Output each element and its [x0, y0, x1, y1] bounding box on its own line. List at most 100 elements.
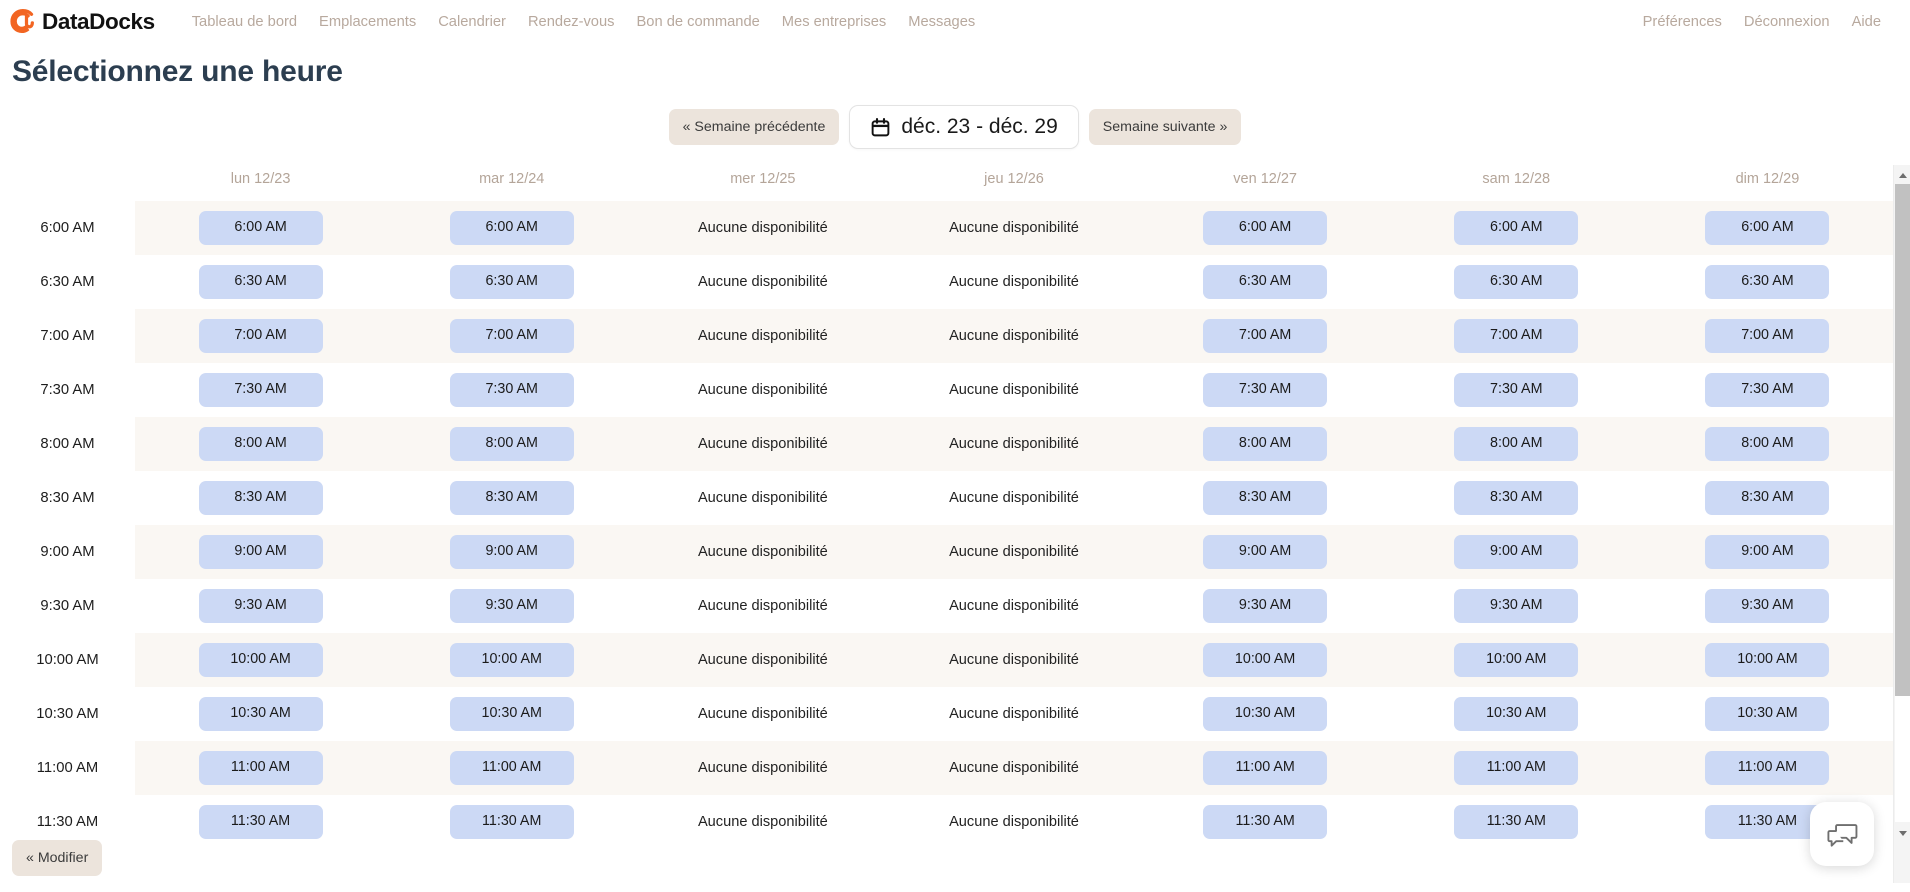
time-slot-button[interactable]: 6:00 AM [1705, 211, 1830, 245]
schedule-cell: Aucune disponibilité [888, 309, 1140, 363]
nav-link-calendrier[interactable]: Calendrier [427, 10, 517, 34]
time-slot-button[interactable]: 6:30 AM [1705, 265, 1830, 299]
day-header-mar: mar 12/24 [479, 171, 545, 187]
time-slot-button[interactable]: 6:30 AM [198, 265, 323, 299]
day-header-jeu: jeu 12/26 [984, 171, 1044, 187]
modify-back-button[interactable]: « Modifier [12, 840, 103, 876]
time-slot-button[interactable]: 6:00 AM [1454, 211, 1579, 245]
time-slot-button[interactable]: 7:00 AM [449, 319, 574, 353]
nav-link-preferences[interactable]: Préférences [1632, 10, 1733, 34]
time-slot-button[interactable]: 9:00 AM [198, 535, 323, 569]
brand-logo[interactable]: DataDocks [10, 8, 155, 35]
time-slot-button[interactable]: 11:00 AM [1203, 751, 1328, 785]
time-slot-button[interactable]: 6:00 AM [1203, 211, 1328, 245]
previous-week-button[interactable]: « Semaine précédente [668, 109, 840, 145]
next-week-button[interactable]: Semaine suivante » [1088, 109, 1242, 145]
time-slot-button[interactable]: 7:30 AM [198, 373, 323, 407]
vertical-scrollbar[interactable] [1893, 165, 1910, 883]
nav-link-bon-de-commande[interactable]: Bon de commande [626, 10, 771, 34]
time-slot-button[interactable]: 8:30 AM [1454, 481, 1579, 515]
page-title: Sélectionnez une heure [12, 55, 343, 88]
schedule-cell: 11:30 AM [1391, 795, 1642, 849]
time-slot-button[interactable]: 10:00 AM [198, 643, 323, 677]
chat-widget-button[interactable] [1810, 802, 1874, 866]
time-slot-button[interactable]: 11:30 AM [1203, 805, 1328, 839]
time-slot-button[interactable]: 11:00 AM [1705, 751, 1830, 785]
time-slot-button[interactable]: 10:30 AM [1705, 697, 1830, 731]
schedule-cell: 10:30 AM [135, 687, 386, 741]
no-availability-label: Aucune disponibilité [697, 328, 828, 344]
time-slot-button[interactable]: 9:00 AM [1705, 535, 1830, 569]
time-slot-button[interactable]: 10:30 AM [1203, 697, 1328, 731]
nav-link-deconnexion[interactable]: Déconnexion [1733, 10, 1841, 34]
time-slot-button[interactable]: 7:00 AM [1203, 319, 1328, 353]
time-slot-button[interactable]: 8:00 AM [1203, 427, 1328, 461]
schedule-cell: 6:30 AM [135, 255, 386, 309]
schedule-cell: 7:30 AM [386, 363, 637, 417]
top-navbar: DataDocks Tableau de bord Emplacements C… [0, 0, 1910, 43]
time-slot-button[interactable]: 11:00 AM [198, 751, 323, 785]
time-slot-button[interactable]: 9:30 AM [198, 589, 323, 623]
time-slot-button[interactable]: 6:30 AM [1454, 265, 1579, 299]
chat-bubbles-icon [1825, 817, 1859, 851]
no-availability-label: Aucune disponibilité [949, 652, 1079, 668]
time-slot-button[interactable]: 8:30 AM [1203, 481, 1328, 515]
schedule-cell: 7:00 AM [1139, 309, 1391, 363]
nav-link-mes-entreprises[interactable]: Mes entreprises [771, 10, 897, 34]
time-slot-button[interactable]: 10:00 AM [1454, 643, 1579, 677]
week-range-picker[interactable]: déc. 23 - déc. 29 [849, 105, 1079, 149]
time-slot-button[interactable]: 6:00 AM [198, 211, 323, 245]
schedule-cell: 8:00 AM [1139, 417, 1391, 471]
time-slot-button[interactable]: 7:30 AM [1203, 373, 1328, 407]
time-slot-button[interactable]: 10:00 AM [449, 643, 574, 677]
time-slot-button[interactable]: 10:00 AM [1705, 643, 1830, 677]
time-slot-button[interactable]: 9:30 AM [1203, 589, 1328, 623]
time-slot-button[interactable]: 11:00 AM [449, 751, 574, 785]
table-body: 6:00 AM 6:00 AM 6:00 AM Aucune disponibilit… [0, 201, 1893, 849]
time-slot-button[interactable]: 8:30 AM [1705, 481, 1830, 515]
time-slot-button[interactable]: 8:00 AM [198, 427, 323, 461]
nav-link-messages[interactable]: Messages [897, 10, 986, 34]
nav-link-tableau-de-bord[interactable]: Tableau de bord [181, 10, 308, 34]
scroll-up-arrow-icon[interactable] [1894, 167, 1910, 184]
time-slot-button[interactable]: 6:30 AM [449, 265, 574, 299]
time-slot-button[interactable]: 8:30 AM [449, 481, 574, 515]
time-slot-button[interactable]: 9:00 AM [1454, 535, 1579, 569]
schedule-cell: 8:00 AM [135, 417, 387, 471]
time-slot-button[interactable]: 11:30 AM [1454, 805, 1579, 839]
time-slot-button[interactable]: 7:30 AM [449, 373, 574, 407]
nav-link-emplacements[interactable]: Emplacements [308, 10, 427, 34]
time-slot-button[interactable]: 9:30 AM [449, 589, 574, 623]
schedule-cell: 7:30 AM [135, 363, 386, 417]
time-slot-button[interactable]: 6:30 AM [1203, 265, 1328, 299]
time-slot-button[interactable]: 11:30 AM [198, 805, 323, 839]
time-slot-button[interactable]: 7:00 AM [1454, 319, 1579, 353]
time-slot-button[interactable]: 7:00 AM [1705, 319, 1830, 353]
schedule-cell: 10:00 AM [386, 633, 638, 687]
time-slot-button[interactable]: 9:30 AM [1705, 589, 1830, 623]
time-slot-button[interactable]: 8:00 AM [1454, 427, 1579, 461]
time-slot-button[interactable]: 10:30 AM [1454, 697, 1579, 731]
schedule-cell: 9:00 AM [1390, 525, 1642, 579]
time-slot-button[interactable]: 7:00 AM [198, 319, 323, 353]
time-slot-button[interactable]: 10:00 AM [1203, 643, 1328, 677]
scrollbar-thumb[interactable] [1895, 184, 1910, 696]
calendar-icon [870, 117, 891, 138]
time-slot-button[interactable]: 8:00 AM [449, 427, 574, 461]
scroll-down-arrow-icon[interactable] [1894, 825, 1910, 842]
time-slot-button[interactable]: 9:00 AM [1203, 535, 1328, 569]
time-slot-button[interactable]: 11:30 AM [449, 805, 574, 839]
time-slot-button[interactable]: 9:00 AM [449, 535, 574, 569]
time-slot-button[interactable]: 9:30 AM [1454, 589, 1579, 623]
time-slot-button[interactable]: 10:30 AM [198, 697, 323, 731]
nav-link-rendez-vous[interactable]: Rendez-vous [517, 10, 626, 34]
time-slot-button[interactable]: 6:00 AM [449, 211, 574, 245]
time-slot-button[interactable]: 8:00 AM [1705, 427, 1830, 461]
nav-link-aide[interactable]: Aide [1841, 10, 1892, 34]
time-slot-button[interactable]: 10:30 AM [449, 697, 574, 731]
time-slot-button[interactable]: 11:00 AM [1454, 751, 1579, 785]
time-slot-button[interactable]: 7:30 AM [1454, 373, 1579, 407]
time-row: 8:30 AM 8:30 AM 8:30 AM Aucune disponibilit… [0, 471, 1893, 525]
time-slot-button[interactable]: 7:30 AM [1705, 373, 1830, 407]
time-slot-button[interactable]: 8:30 AM [198, 481, 323, 515]
